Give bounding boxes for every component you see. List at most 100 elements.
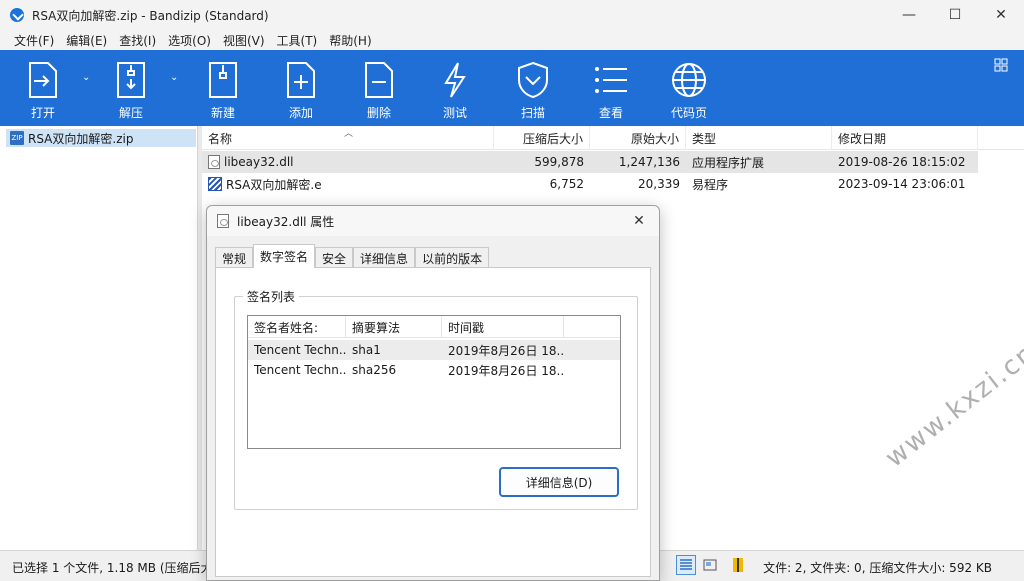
test-button[interactable]: 测试 [432, 50, 478, 126]
column-timestamp[interactable]: 时间戳 [442, 316, 564, 338]
delete-label: 删除 [366, 106, 391, 120]
tab-digital-signatures[interactable]: 数字签名 [253, 244, 316, 268]
menu-file[interactable]: 文件(F) [8, 32, 60, 49]
menu-view[interactable]: 视图(V) [217, 32, 271, 49]
signature-list-label: 签名列表 [243, 288, 300, 305]
delete-button[interactable]: 删除 [356, 50, 402, 126]
details-view-icon[interactable] [676, 555, 696, 575]
archive-info-icon[interactable] [728, 555, 748, 575]
tab-previous-versions[interactable]: 以前的版本 [415, 247, 490, 268]
file-name: libeay32.dll [224, 155, 294, 169]
preview-view-icon[interactable] [700, 555, 720, 575]
title-bar: RSA双向加解密.zip - Bandizip (Standard) — ☐ ✕ [0, 0, 1024, 30]
maximize-button[interactable]: ☐ [932, 0, 978, 30]
menu-help[interactable]: 帮助(H) [323, 32, 377, 49]
codepage-label: 代码页 [670, 106, 707, 120]
layout-grid-icon[interactable] [994, 58, 1008, 72]
extract-label: 解压 [118, 106, 143, 120]
tree-item-label: RSA双向加解密.zip [28, 131, 134, 146]
folder-tree: ZIP RSA双向加解密.zip [0, 126, 198, 550]
file-original-size: 1,247,136 [618, 155, 680, 169]
sort-ascending-icon: ︿ [344, 129, 354, 139]
minimize-button[interactable]: — [886, 0, 932, 30]
file-row[interactable]: libeay32.dll 599,878 1,247,136 应用程序扩展 20… [202, 151, 978, 173]
column-digest[interactable]: 摘要算法 [346, 316, 442, 338]
add-button[interactable]: 添加 [278, 50, 324, 126]
window-controls: — ☐ ✕ [886, 0, 1024, 30]
column-signer[interactable]: 签名者姓名: [248, 316, 346, 338]
globe-icon [669, 60, 709, 100]
toolbar: 打开 ⌄ 解压 ⌄ 新建 添加 删除 测试 扫描 查看 代码页 [0, 50, 1024, 126]
file-original-size: 20,339 [638, 177, 680, 191]
scan-button[interactable]: 扫描 [510, 50, 556, 126]
signature-list-header: 签名者姓名: 摘要算法 时间戳 [248, 316, 620, 338]
dialog-title: libeay32.dll 属性 [237, 214, 335, 229]
lightning-icon [435, 60, 475, 100]
file-row[interactable]: RSA双向加解密.e 6,752 20,339 易程序 2023-09-14 2… [202, 173, 978, 195]
codepage-button[interactable]: 代码页 [664, 50, 714, 126]
dll-file-icon [217, 214, 229, 228]
file-name: RSA双向加解密.e [226, 177, 322, 192]
tab-general[interactable]: 常规 [215, 247, 254, 268]
dialog-title-bar: libeay32.dll 属性 ✕ [207, 206, 659, 236]
open-button[interactable]: 打开 [20, 50, 66, 126]
add-label: 添加 [288, 106, 313, 120]
dll-file-icon [208, 155, 220, 169]
archive-status: 文件: 2, 文件夹: 0, 压缩文件大小: 592 KB [763, 561, 992, 575]
tab-details[interactable]: 详细信息 [353, 247, 416, 268]
selection-status: 已选择 1 个文件, 1.18 MB (压缩后大 [12, 561, 207, 575]
close-button[interactable]: ✕ [978, 0, 1024, 30]
new-button[interactable]: 新建 [200, 50, 246, 126]
menu-bar: 文件(F) 编辑(E) 查找(I) 选项(O) 视图(V) 工具(T) 帮助(H… [0, 30, 1024, 50]
test-label: 测试 [442, 106, 467, 120]
file-compressed-size: 6,752 [549, 177, 584, 191]
signer-name: Tencent Techn... [254, 363, 346, 377]
signature-row[interactable]: Tencent Techn... sha1 2019年8月26日 18... [248, 340, 620, 360]
digest-algorithm: sha256 [352, 363, 397, 377]
menu-tools[interactable]: 工具(T) [271, 32, 324, 49]
open-icon [23, 60, 63, 100]
signature-timestamp: 2019年8月26日 18... [448, 343, 564, 358]
file-modified: 2023-09-14 23:06:01 [838, 177, 966, 191]
signature-row[interactable]: Tencent Techn... sha256 2019年8月26日 18... [248, 360, 620, 380]
extract-button[interactable]: 解压 [108, 50, 154, 126]
signature-list[interactable]: 签名者姓名: 摘要算法 时间戳 Tencent Techn... sha1 20… [247, 315, 621, 449]
column-compressed-size[interactable]: 压缩后大小 [494, 126, 590, 150]
digest-algorithm: sha1 [352, 343, 381, 357]
dialog-close-button[interactable]: ✕ [629, 211, 649, 231]
column-type[interactable]: 类型 [686, 126, 832, 150]
tab-security[interactable]: 安全 [315, 247, 354, 268]
new-archive-icon [203, 60, 243, 100]
new-label: 新建 [210, 106, 235, 120]
menu-find[interactable]: 查找(I) [113, 32, 162, 49]
signer-name: Tencent Techn... [254, 343, 346, 357]
list-view-icon [591, 60, 631, 100]
open-label: 打开 [30, 106, 55, 120]
tree-item-archive[interactable]: ZIP RSA双向加解密.zip [6, 129, 196, 147]
scan-label: 扫描 [520, 106, 545, 120]
file-name-cell: libeay32.dll [202, 151, 494, 173]
column-original-size[interactable]: 原始大小 [590, 126, 686, 150]
signature-timestamp: 2019年8月26日 18... [448, 363, 564, 378]
column-modified[interactable]: 修改日期 [832, 126, 978, 150]
file-compressed-size: 599,878 [534, 155, 584, 169]
properties-dialog: libeay32.dll 属性 ✕ 常规 数字签名 安全 详细信息 以前的版本 … [206, 205, 660, 581]
menu-edit[interactable]: 编辑(E) [60, 32, 113, 49]
extract-dropdown-icon[interactable]: ⌄ [170, 72, 180, 83]
delete-file-icon [359, 60, 399, 100]
file-modified: 2019-08-26 18:15:02 [838, 155, 966, 169]
e-program-file-icon [208, 177, 222, 191]
view-button[interactable]: 查看 [588, 50, 634, 126]
signature-list-group: 签名列表 签名者姓名: 摘要算法 时间戳 Tencent Techn... sh… [234, 288, 638, 510]
window-title: RSA双向加解密.zip - Bandizip (Standard) [32, 8, 269, 23]
zip-file-icon: ZIP [10, 131, 24, 145]
file-type: 易程序 [692, 177, 729, 192]
shield-icon [513, 60, 553, 100]
bandizip-app-icon [10, 8, 24, 22]
menu-options[interactable]: 选项(O) [162, 32, 217, 49]
add-file-icon [281, 60, 321, 100]
column-header: 名称 压缩后大小 原始大小 类型 修改日期 [202, 126, 1024, 150]
open-dropdown-icon[interactable]: ⌄ [82, 72, 92, 83]
signature-details-button[interactable]: 详细信息(D) [499, 467, 619, 497]
signature-tab-panel: 签名列表 签名者姓名: 摘要算法 时间戳 Tencent Techn... sh… [215, 267, 651, 577]
